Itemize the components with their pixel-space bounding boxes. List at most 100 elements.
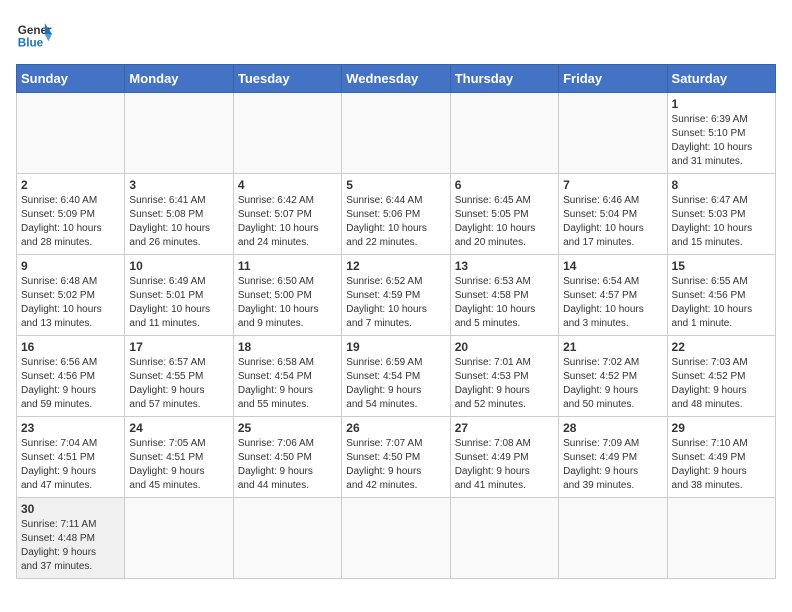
day-info: Sunrise: 6:54 AM Sunset: 4:57 PM Dayligh…: [563, 275, 662, 331]
calendar-cell: 2 Sunrise: 6:40 AM Sunset: 5:09 PM Daylig…: [17, 174, 125, 255]
day-info: Sunrise: 7:04 AM Sunset: 4:51 PM Dayligh…: [21, 437, 120, 493]
calendar-cell: 21 Sunrise: 7:02 AM Sunset: 4:52 PM Dayli…: [559, 336, 667, 417]
header-thursday: Thursday: [450, 65, 558, 93]
calendar-cell: 9 Sunrise: 6:48 AM Sunset: 5:02 PM Daylig…: [17, 255, 125, 336]
day-number: 10: [129, 259, 228, 273]
calendar-cell: [450, 93, 558, 174]
day-number: 28: [563, 421, 662, 435]
calendar-cell: 1 Sunrise: 6:39 AM Sunset: 5:10 PM Daylig…: [667, 93, 775, 174]
header: General Blue: [16, 16, 776, 52]
day-info: Sunrise: 7:06 AM Sunset: 4:50 PM Dayligh…: [238, 437, 337, 493]
header-saturday: Saturday: [667, 65, 775, 93]
day-info: Sunrise: 6:41 AM Sunset: 5:08 PM Dayligh…: [129, 194, 228, 250]
day-info: Sunrise: 7:11 AM Sunset: 4:48 PM Dayligh…: [21, 518, 120, 574]
day-info: Sunrise: 6:53 AM Sunset: 4:58 PM Dayligh…: [455, 275, 554, 331]
calendar-cell: [342, 498, 450, 579]
day-info: Sunrise: 6:47 AM Sunset: 5:03 PM Dayligh…: [672, 194, 771, 250]
day-number: 1: [672, 97, 771, 111]
calendar-cell: [450, 498, 558, 579]
day-info: Sunrise: 6:59 AM Sunset: 4:54 PM Dayligh…: [346, 356, 445, 412]
day-number: 23: [21, 421, 120, 435]
calendar-cell: 28 Sunrise: 7:09 AM Sunset: 4:49 PM Dayli…: [559, 417, 667, 498]
calendar-cell: 18 Sunrise: 6:58 AM Sunset: 4:54 PM Dayli…: [233, 336, 341, 417]
day-info: Sunrise: 6:46 AM Sunset: 5:04 PM Dayligh…: [563, 194, 662, 250]
calendar-cell: [125, 498, 233, 579]
calendar-cell: 15 Sunrise: 6:55 AM Sunset: 4:56 PM Dayli…: [667, 255, 775, 336]
calendar-cell: 25 Sunrise: 7:06 AM Sunset: 4:50 PM Dayli…: [233, 417, 341, 498]
calendar-cell: 29 Sunrise: 7:10 AM Sunset: 4:49 PM Dayli…: [667, 417, 775, 498]
day-number: 29: [672, 421, 771, 435]
calendar-cell: 20 Sunrise: 7:01 AM Sunset: 4:53 PM Dayli…: [450, 336, 558, 417]
day-info: Sunrise: 7:10 AM Sunset: 4:49 PM Dayligh…: [672, 437, 771, 493]
day-number: 13: [455, 259, 554, 273]
calendar-cell: 4 Sunrise: 6:42 AM Sunset: 5:07 PM Daylig…: [233, 174, 341, 255]
calendar-cell: 30 Sunrise: 7:11 AM Sunset: 4:48 PM Dayli…: [17, 498, 125, 579]
day-number: 2: [21, 178, 120, 192]
weekday-header-row: Sunday Monday Tuesday Wednesday Thursday…: [17, 65, 776, 93]
day-number: 15: [672, 259, 771, 273]
day-info: Sunrise: 6:55 AM Sunset: 4:56 PM Dayligh…: [672, 275, 771, 331]
day-info: Sunrise: 7:03 AM Sunset: 4:52 PM Dayligh…: [672, 356, 771, 412]
calendar-cell: 27Sunrise: 7:08 AM Sunset: 4:49 PM Dayli…: [450, 417, 558, 498]
calendar-cell: 10 Sunrise: 6:49 AM Sunset: 5:01 PM Dayli…: [125, 255, 233, 336]
day-number: 22: [672, 340, 771, 354]
day-number: 14: [563, 259, 662, 273]
calendar-cell: [233, 498, 341, 579]
calendar-cell: 16 Sunrise: 6:56 AM Sunset: 4:56 PM Dayli…: [17, 336, 125, 417]
calendar-cell: [17, 93, 125, 174]
calendar-cell: 22 Sunrise: 7:03 AM Sunset: 4:52 PM Dayli…: [667, 336, 775, 417]
day-info: Sunrise: 6:48 AM Sunset: 5:02 PM Dayligh…: [21, 275, 120, 331]
calendar-cell: [559, 498, 667, 579]
day-info: Sunrise: 6:40 AM Sunset: 5:09 PM Dayligh…: [21, 194, 120, 250]
day-number: 9: [21, 259, 120, 273]
day-number: 24: [129, 421, 228, 435]
day-number: 20: [455, 340, 554, 354]
logo: General Blue: [16, 16, 52, 52]
header-tuesday: Tuesday: [233, 65, 341, 93]
day-number: 25: [238, 421, 337, 435]
calendar-cell: 5Sunrise: 6:44 AM Sunset: 5:06 PM Daylig…: [342, 174, 450, 255]
day-info: Sunrise: 7:02 AM Sunset: 4:52 PM Dayligh…: [563, 356, 662, 412]
header-sunday: Sunday: [17, 65, 125, 93]
calendar-cell: 14 Sunrise: 6:54 AM Sunset: 4:57 PM Dayli…: [559, 255, 667, 336]
calendar-cell: 13 Sunrise: 6:53 AM Sunset: 4:58 PM Dayli…: [450, 255, 558, 336]
day-info: Sunrise: 6:57 AM Sunset: 4:55 PM Dayligh…: [129, 356, 228, 412]
day-info: Sunrise: 6:52 AM Sunset: 4:59 PM Dayligh…: [346, 275, 445, 331]
day-info: Sunrise: 6:49 AM Sunset: 5:01 PM Dayligh…: [129, 275, 228, 331]
day-number: 17: [129, 340, 228, 354]
day-number: 26: [346, 421, 445, 435]
day-number: 18: [238, 340, 337, 354]
day-number: 21: [563, 340, 662, 354]
day-info: Sunrise: 6:56 AM Sunset: 4:56 PM Dayligh…: [21, 356, 120, 412]
day-number: 4: [238, 178, 337, 192]
calendar-cell: 3 Sunrise: 6:41 AM Sunset: 5:08 PM Daylig…: [125, 174, 233, 255]
day-number: 7: [563, 178, 662, 192]
header-friday: Friday: [559, 65, 667, 93]
calendar-cell: 12Sunrise: 6:52 AM Sunset: 4:59 PM Dayli…: [342, 255, 450, 336]
day-number: 16: [21, 340, 120, 354]
day-number: 19: [346, 340, 445, 354]
calendar-cell: 26 Sunrise: 7:07 AM Sunset: 4:50 PM Dayli…: [342, 417, 450, 498]
day-info: Sunrise: 6:44 AM Sunset: 5:06 PM Dayligh…: [346, 194, 445, 250]
day-info: Sunrise: 6:58 AM Sunset: 4:54 PM Dayligh…: [238, 356, 337, 412]
calendar-cell: 24 Sunrise: 7:05 AM Sunset: 4:51 PM Dayli…: [125, 417, 233, 498]
day-number: 3: [129, 178, 228, 192]
header-wednesday: Wednesday: [342, 65, 450, 93]
day-info: Sunrise: 7:05 AM Sunset: 4:51 PM Dayligh…: [129, 437, 228, 493]
header-monday: Monday: [125, 65, 233, 93]
day-number: 27: [455, 421, 554, 435]
calendar-cell: [233, 93, 341, 174]
calendar-cell: 6Sunrise: 6:45 AM Sunset: 5:05 PM Daylig…: [450, 174, 558, 255]
day-info: Sunrise: 6:42 AM Sunset: 5:07 PM Dayligh…: [238, 194, 337, 250]
svg-text:Blue: Blue: [18, 37, 44, 50]
day-info: Sunrise: 7:01 AM Sunset: 4:53 PM Dayligh…: [455, 356, 554, 412]
calendar-cell: [559, 93, 667, 174]
calendar-cell: 11Sunrise: 6:50 AM Sunset: 5:00 PM Dayli…: [233, 255, 341, 336]
calendar-cell: 19 Sunrise: 6:59 AM Sunset: 4:54 PM Dayli…: [342, 336, 450, 417]
calendar-cell: [667, 498, 775, 579]
day-info: Sunrise: 6:39 AM Sunset: 5:10 PM Dayligh…: [672, 113, 771, 169]
day-info: Sunrise: 7:09 AM Sunset: 4:49 PM Dayligh…: [563, 437, 662, 493]
calendar-cell: 7 Sunrise: 6:46 AM Sunset: 5:04 PM Daylig…: [559, 174, 667, 255]
day-info: Sunrise: 7:07 AM Sunset: 4:50 PM Dayligh…: [346, 437, 445, 493]
day-number: 30: [21, 502, 120, 516]
